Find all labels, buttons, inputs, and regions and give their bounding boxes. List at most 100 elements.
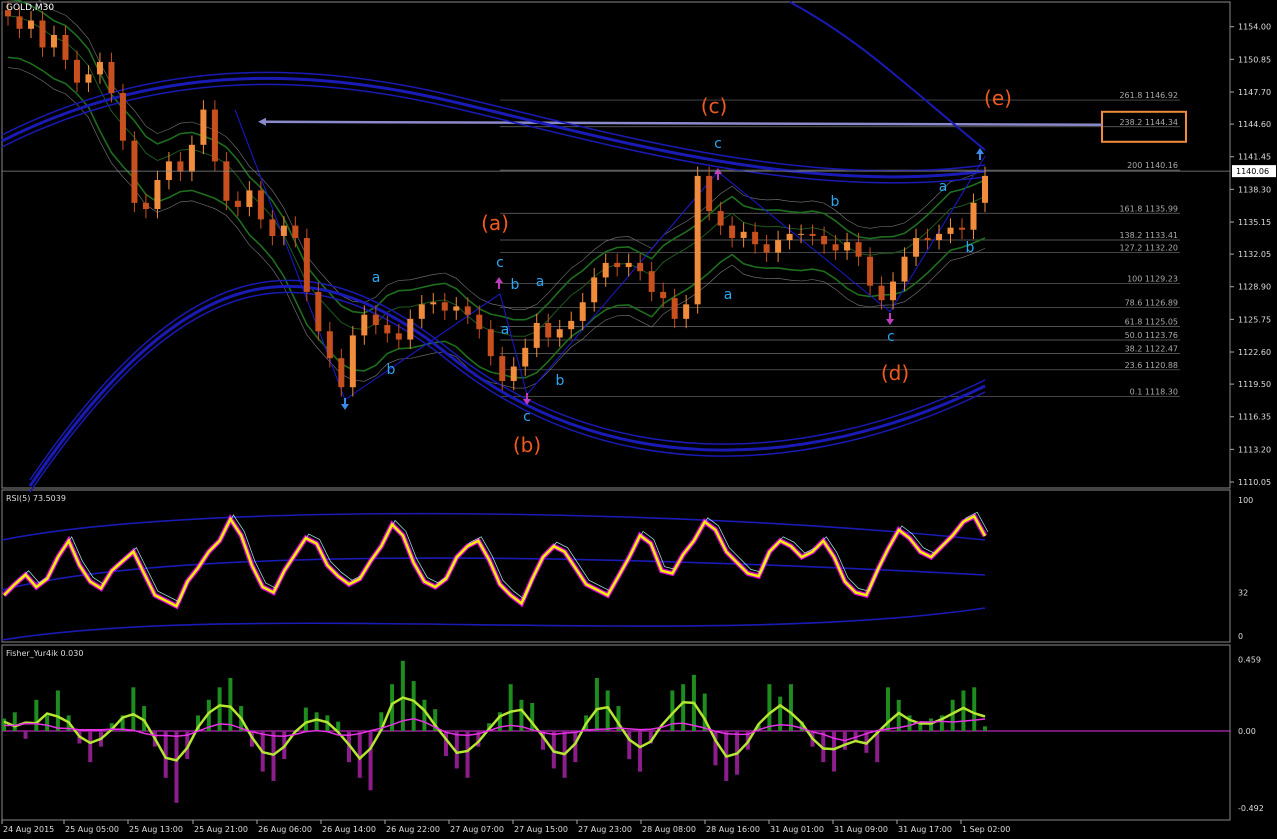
time-tick-label: 24 Aug 2015	[3, 825, 54, 834]
fisher-bar	[983, 726, 987, 731]
candle-body	[96, 61, 103, 75]
fisher-bar	[508, 684, 513, 731]
candle-body	[832, 244, 839, 251]
candle-body	[154, 180, 161, 210]
time-tick-label: 27 Aug 07:00	[450, 825, 504, 834]
fib-level-label: 238.2 1144.34	[1119, 118, 1178, 127]
candle-body	[821, 235, 828, 245]
candle-body	[867, 256, 874, 286]
candle-body	[177, 161, 184, 172]
price-tick-label: 1154.00	[1238, 23, 1271, 32]
candle-body	[878, 285, 885, 301]
candle-body	[441, 302, 448, 311]
fib-level-label: 38.2 1122.47	[1125, 344, 1178, 353]
candle-body	[844, 242, 851, 251]
fisher-bar	[788, 684, 793, 731]
candle-body	[487, 329, 494, 357]
candle-body	[775, 240, 782, 253]
candle-body	[694, 175, 701, 305]
candle-body	[890, 281, 897, 301]
candle-body	[223, 161, 230, 201]
candle-body	[936, 233, 943, 241]
candle-body	[39, 20, 46, 48]
candle-body	[947, 227, 954, 234]
fib-level-label: 261.8 1146.92	[1119, 91, 1178, 100]
fisher-bar	[422, 699, 427, 731]
candle-body	[200, 109, 207, 145]
candle-body	[269, 219, 276, 236]
current-price-label: 1140.06	[1236, 167, 1269, 176]
wave-label-major: (d)	[881, 361, 909, 385]
price-tick-label: 1132.05	[1238, 250, 1271, 259]
candle-body	[303, 238, 310, 292]
candle-body	[407, 318, 414, 340]
fisher-bar	[12, 712, 17, 731]
candle-body	[625, 262, 632, 268]
candle-body	[142, 202, 149, 210]
symbol-title: GOLD,M30	[6, 3, 54, 13]
fib-level-label: 100 1129.23	[1127, 274, 1178, 283]
time-tick-label: 31 Aug 09:00	[834, 825, 888, 834]
candle-body	[556, 329, 563, 338]
fisher-bar	[34, 699, 39, 731]
fisher-bar	[228, 677, 233, 731]
candle-body	[349, 335, 356, 388]
candle-body	[637, 262, 644, 272]
time-tick-label: 31 Aug 17:00	[898, 825, 952, 834]
fisher-bar	[45, 715, 50, 731]
fisher-bar	[638, 731, 643, 772]
wave-label-minor: b	[387, 362, 396, 378]
candle-body	[660, 291, 667, 299]
candle-body	[257, 190, 264, 220]
candle-body	[568, 320, 575, 330]
candle-body	[901, 256, 908, 282]
candle-body	[119, 93, 126, 141]
wave-label-major: (b)	[513, 433, 541, 457]
wave-label-minor: a	[939, 179, 948, 195]
candle-body	[855, 242, 862, 257]
candle-body	[326, 331, 333, 359]
candle-body	[50, 35, 57, 48]
price-tick-label: 1138.30	[1238, 185, 1271, 194]
rsi-tick-label: 0	[1238, 632, 1243, 641]
price-tick-label: 1125.75	[1238, 315, 1271, 324]
fisher-bar	[23, 731, 28, 739]
price-tick-label: 1135.15	[1238, 218, 1271, 227]
fisher-bar	[174, 731, 179, 803]
fisher-bar	[530, 702, 535, 731]
candle-body	[545, 322, 552, 338]
wave-label-minor: b	[511, 277, 520, 293]
fisher-bar	[627, 731, 632, 760]
fisher-tick-label: -0.492	[1238, 804, 1264, 813]
candle-body	[740, 231, 747, 239]
time-tick-label: 26 Aug 14:00	[322, 825, 376, 834]
wave-label-minor: a	[372, 270, 381, 286]
fisher-bar	[465, 731, 470, 778]
candle-body	[809, 233, 816, 236]
candle-body	[717, 211, 724, 226]
candle-body	[384, 325, 391, 334]
candle-body	[188, 144, 195, 172]
time-tick-label: 25 Aug 05:00	[65, 825, 119, 834]
candle-body	[476, 314, 483, 330]
time-tick-label: 31 Aug 01:00	[770, 825, 824, 834]
wave-label-minor: c	[714, 136, 722, 152]
price-tick-label: 1110.05	[1238, 478, 1271, 487]
fisher-tick-label: 0.00	[1238, 727, 1256, 736]
fib-level-label: 23.6 1120.88	[1125, 361, 1178, 370]
fisher-bar	[368, 731, 373, 791]
candle-body	[729, 225, 736, 239]
price-tick-label: 1116.35	[1238, 413, 1271, 422]
candle-body	[418, 304, 425, 319]
fisher-bar	[853, 731, 858, 741]
price-tick-label: 1113.20	[1238, 445, 1271, 454]
price-tick-label: 1150.85	[1238, 55, 1271, 64]
fib-level-label: 50.0 1123.76	[1125, 331, 1178, 340]
candle-body	[579, 302, 586, 321]
wave-label-major: (c)	[701, 94, 728, 118]
fib-level-label: 161.8 1135.99	[1119, 204, 1178, 213]
rsi-tick-label: 32	[1238, 588, 1248, 597]
wave-label-major: (a)	[481, 211, 509, 235]
fib-level-label: 61.8 1125.05	[1125, 318, 1178, 327]
chart-window[interactable]: 261.8 1146.92 238.2 1144.34 200 1140.16 161…	[0, 0, 1277, 835]
